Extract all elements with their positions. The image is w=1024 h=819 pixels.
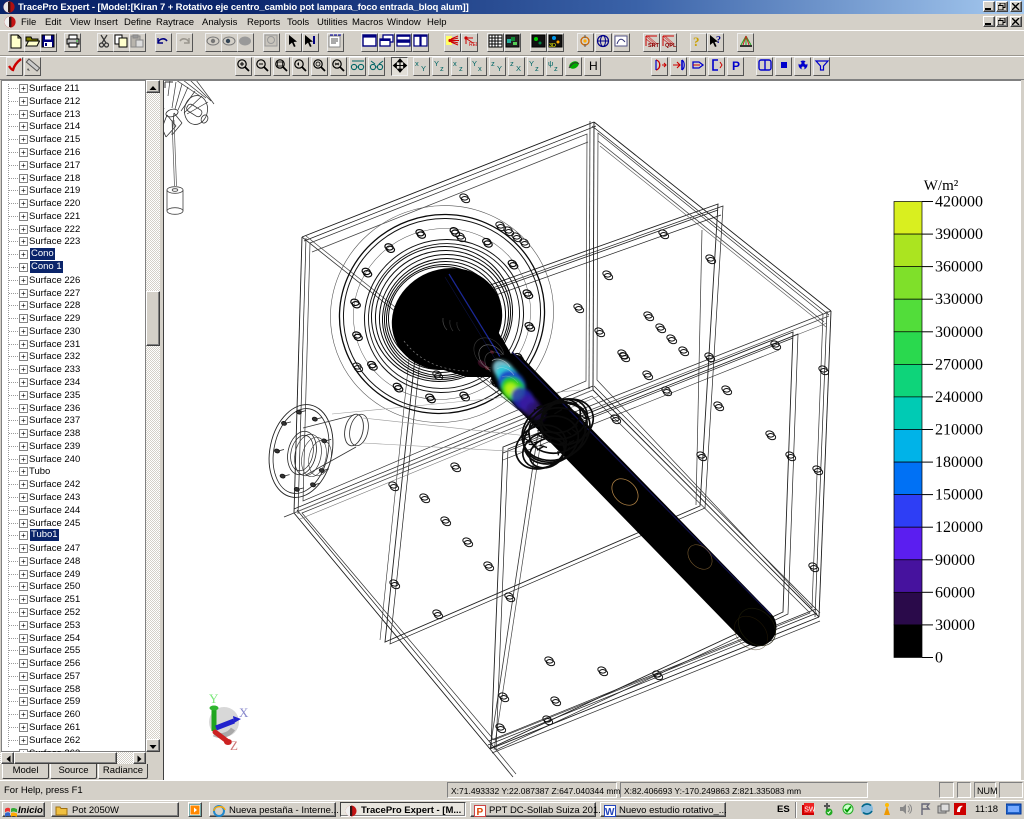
svg-text:x: x xyxy=(478,64,482,72)
svg-text:90000: 90000 xyxy=(935,552,975,569)
svg-text:z: z xyxy=(440,64,444,72)
svg-text:?: ? xyxy=(693,34,700,48)
svg-text:180000: 180000 xyxy=(935,454,983,471)
svg-text:Y: Y xyxy=(421,64,426,72)
svg-text:?: ? xyxy=(716,35,721,46)
svg-text:Y: Y xyxy=(209,691,219,706)
svg-text:Y: Y xyxy=(497,64,502,72)
svg-text:P: P xyxy=(732,59,740,72)
svg-text:Z: Z xyxy=(230,738,238,753)
svg-text:0: 0 xyxy=(935,650,943,667)
svg-text:P: P xyxy=(477,807,484,817)
svg-text:X: X xyxy=(516,64,521,72)
svg-text:QPL: QPL xyxy=(665,43,677,48)
svg-text:30000: 30000 xyxy=(935,617,975,634)
svg-text:SRT: SRT xyxy=(648,43,660,48)
svg-text:Y: Y xyxy=(529,59,534,68)
svg-text:Y: Y xyxy=(472,59,477,68)
svg-text:ψ: ψ xyxy=(548,59,553,68)
svg-text:W/m²: W/m² xyxy=(924,178,959,194)
svg-text:360000: 360000 xyxy=(935,259,983,276)
svg-text:390000: 390000 xyxy=(935,226,983,243)
svg-text:RED: RED xyxy=(469,42,477,47)
svg-text:240000: 240000 xyxy=(935,389,983,406)
svg-text:330000: 330000 xyxy=(935,291,983,308)
svg-text:SW: SW xyxy=(804,807,815,814)
svg-text:420000: 420000 xyxy=(935,194,983,211)
svg-text:60000: 60000 xyxy=(935,584,975,601)
svg-text:z: z xyxy=(554,64,558,72)
svg-text:270000: 270000 xyxy=(935,356,983,373)
svg-text:Y: Y xyxy=(434,59,439,68)
svg-text:210000: 210000 xyxy=(935,422,983,439)
svg-text:120000: 120000 xyxy=(935,519,983,536)
svg-text:150000: 150000 xyxy=(935,487,983,504)
svg-text:3D: 3D xyxy=(549,43,556,48)
svg-text:H: H xyxy=(589,59,598,72)
svg-text:z: z xyxy=(510,59,514,68)
svg-text:X: X xyxy=(239,705,249,720)
svg-text:z: z xyxy=(535,64,539,72)
svg-text:x: x xyxy=(415,59,419,68)
svg-text:W: W xyxy=(605,807,615,817)
svg-text:x: x xyxy=(453,59,457,68)
svg-text:z: z xyxy=(491,59,495,68)
svg-text:300000: 300000 xyxy=(935,324,983,341)
svg-text:z: z xyxy=(459,64,463,72)
